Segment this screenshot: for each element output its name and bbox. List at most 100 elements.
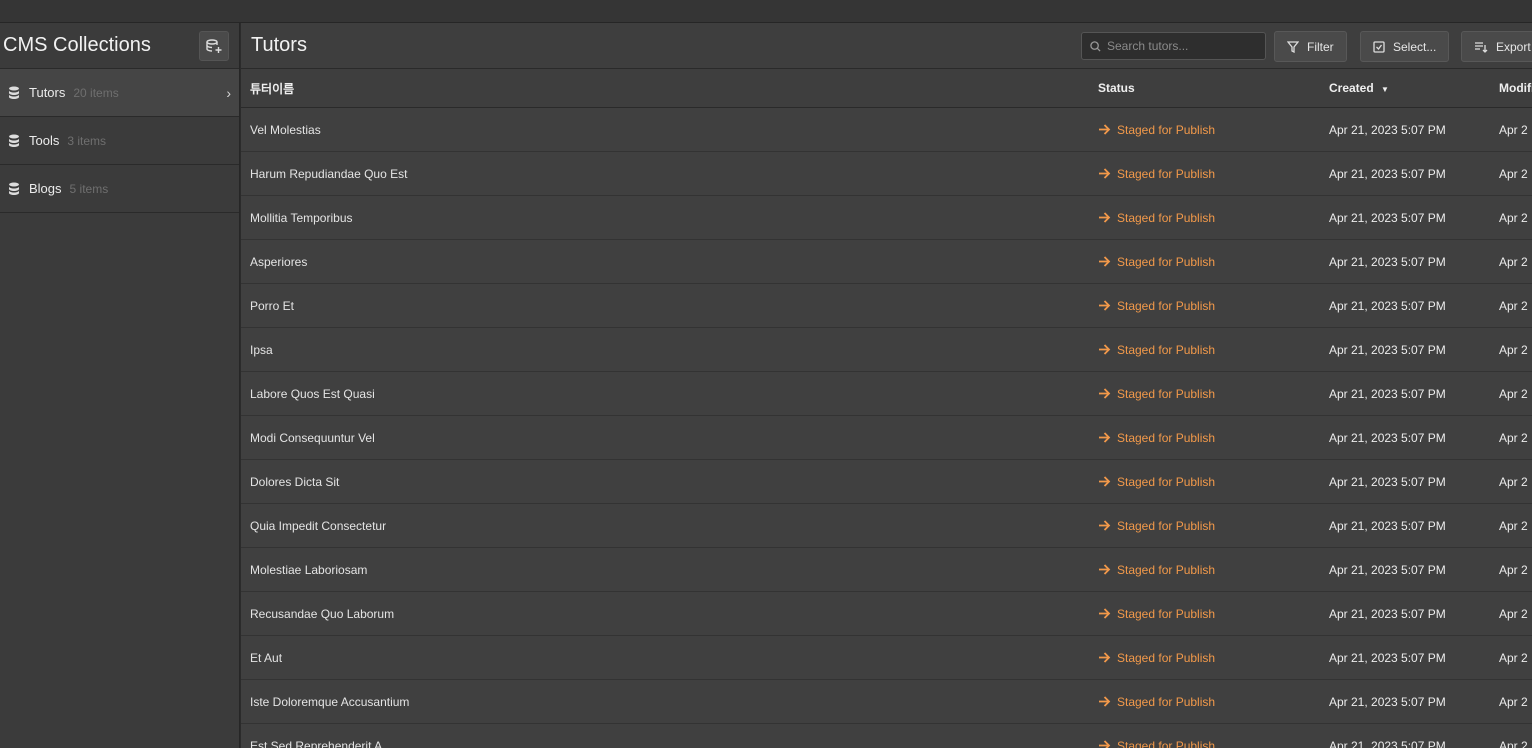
arrow-right-icon [1099,432,1111,443]
table-body: Vel Molestias Staged for Publish Apr 21, 2… [241,108,1532,748]
collection-count: 3 items [67,133,107,148]
row-created: Apr 21, 2023 5:07 PM [1329,606,1446,621]
row-name: Et Aut [250,650,283,665]
table-row[interactable]: Porro Et Staged for Publish Apr 21, 2023 5… [241,284,1532,328]
status-text: Staged for Publish [1117,606,1216,621]
status-badge: Staged for Publish [1098,123,1215,137]
status-badge: Staged for Publish [1098,387,1215,401]
table-row[interactable]: Iste Doloremque Accusantium Staged for Pu… [241,680,1532,724]
row-created: Apr 21, 2023 5:07 PM [1329,298,1446,313]
table-row[interactable]: Mollitia Temporibus Staged for Publish Apr… [241,196,1532,240]
row-created: Apr 21, 2023 5:07 PM [1329,518,1446,533]
table-header: 튜터이름 Status Created ▼ Modifi [241,69,1532,108]
collection-count: 20 items [73,85,119,100]
column-header-modified[interactable]: Modifi [1499,81,1532,95]
table-row[interactable]: Modi Consequuntur Vel Staged for Publish A… [241,416,1532,460]
arrow-right-icon [1099,168,1111,179]
row-name: Est Sed Reprehenderit A [250,738,383,748]
sidebar-title: CMS Collections [3,34,151,56]
checkbox-icon [1373,40,1385,53]
status-text: Staged for Publish [1117,298,1216,313]
status-text: Staged for Publish [1117,738,1216,748]
status-text: Staged for Publish [1117,650,1216,665]
collection-item-tools[interactable]: Tools 3 items [0,117,239,165]
row-modified: Apr 2 [1499,474,1528,489]
status-badge: Staged for Publish [1098,167,1215,181]
table-row[interactable]: Dolores Dicta Sit Staged for Publish Apr 2… [241,460,1532,504]
filter-button[interactable]: Filter [1274,31,1347,62]
arrow-right-icon [1099,300,1111,311]
row-created: Apr 21, 2023 5:07 PM [1329,474,1446,489]
arrow-right-icon [1099,608,1111,619]
table-row[interactable]: Est Sed Reprehenderit A Staged for Publis… [241,724,1532,748]
export-label: Export [1496,39,1531,54]
search-input[interactable] [1107,39,1257,53]
collection-item-blogs[interactable]: Blogs 5 items [0,165,239,213]
status-badge: Staged for Publish [1098,651,1215,665]
status-text: Staged for Publish [1117,430,1216,445]
column-header-created-label: Created [1329,81,1374,95]
table-row[interactable]: Vel Molestias Staged for Publish Apr 21, 2… [241,108,1532,152]
status-text: Staged for Publish [1117,342,1216,357]
top-bar [0,0,1532,23]
table-row[interactable]: Ipsa Staged for Publish Apr 21, 2023 5:07 … [241,328,1532,372]
row-name: Asperiores [250,254,308,269]
row-created: Apr 21, 2023 5:07 PM [1329,430,1446,445]
table-row[interactable]: Labore Quos Est Quasi Staged for Publish A… [241,372,1532,416]
status-text: Staged for Publish [1117,254,1216,269]
row-modified: Apr 2 [1499,166,1528,181]
column-header-created[interactable]: Created ▼ [1329,81,1389,95]
row-created: Apr 21, 2023 5:07 PM [1329,386,1446,401]
filter-label: Filter [1307,39,1334,54]
status-text: Staged for Publish [1117,166,1216,181]
table-row[interactable]: Asperiores Staged for Publish Apr 21, 2023… [241,240,1532,284]
export-button[interactable]: Export [1461,31,1532,62]
row-modified: Apr 2 [1499,694,1528,709]
arrow-right-icon [1099,476,1111,487]
table-row[interactable]: Quia Impedit Consectetur Staged for Publi… [241,504,1532,548]
row-modified: Apr 2 [1499,210,1528,225]
search-box[interactable] [1081,32,1266,60]
row-modified: Apr 2 [1499,254,1528,269]
table-row[interactable]: Harum Repudiandae Quo Est Staged for Publ… [241,152,1532,196]
add-collection-button[interactable] [199,30,229,61]
row-modified: Apr 2 [1499,122,1528,137]
row-name: Harum Repudiandae Quo Est [250,166,408,181]
row-created: Apr 21, 2023 5:07 PM [1329,254,1446,269]
row-modified: Apr 2 [1499,518,1528,533]
row-name: Labore Quos Est Quasi [250,386,375,401]
row-name: Molestiae Laboriosam [250,562,368,577]
row-name: Porro Et [250,298,295,313]
row-created: Apr 21, 2023 5:07 PM [1329,694,1446,709]
row-modified: Apr 2 [1499,562,1528,577]
row-name: Dolores Dicta Sit [250,474,340,489]
export-icon [1475,41,1488,53]
table-row[interactable]: Recusandae Quo Laborum Staged for Publish… [241,592,1532,636]
status-badge: Staged for Publish [1098,695,1215,709]
status-text: Staged for Publish [1117,694,1216,709]
row-modified: Apr 2 [1499,430,1528,445]
collection-count: 5 items [69,181,109,196]
status-badge: Staged for Publish [1098,475,1215,489]
column-header-name[interactable]: 튜터이름 [250,80,294,97]
row-created: Apr 21, 2023 5:07 PM [1329,210,1446,225]
table-row[interactable]: Molestiae Laboriosam Staged for Publish Ap… [241,548,1532,592]
row-name: Recusandae Quo Laborum [250,606,395,621]
status-badge: Staged for Publish [1098,343,1215,357]
row-created: Apr 21, 2023 5:07 PM [1329,562,1446,577]
status-text: Staged for Publish [1117,210,1216,225]
collection-list: Tutors 20 items › Tools 3 items Blogs 5 items [0,69,239,213]
select-button[interactable]: Select... [1360,31,1450,62]
collection-item-tutors[interactable]: Tutors 20 items › [0,69,239,117]
arrow-right-icon [1099,256,1111,267]
collection-name: Blogs [29,181,62,196]
table-row[interactable]: Et Aut Staged for Publish Apr 21, 2023 5:0… [241,636,1532,680]
row-modified: Apr 2 [1499,650,1528,665]
status-text: Staged for Publish [1117,122,1216,137]
status-badge: Staged for Publish [1098,255,1215,269]
column-header-status[interactable]: Status [1098,81,1135,95]
row-modified: Apr 2 [1499,606,1528,621]
main-header: Tutors Filter Select... [241,23,1532,69]
row-name: Mollitia Temporibus [250,210,353,225]
row-modified: Apr 2 [1499,298,1528,313]
